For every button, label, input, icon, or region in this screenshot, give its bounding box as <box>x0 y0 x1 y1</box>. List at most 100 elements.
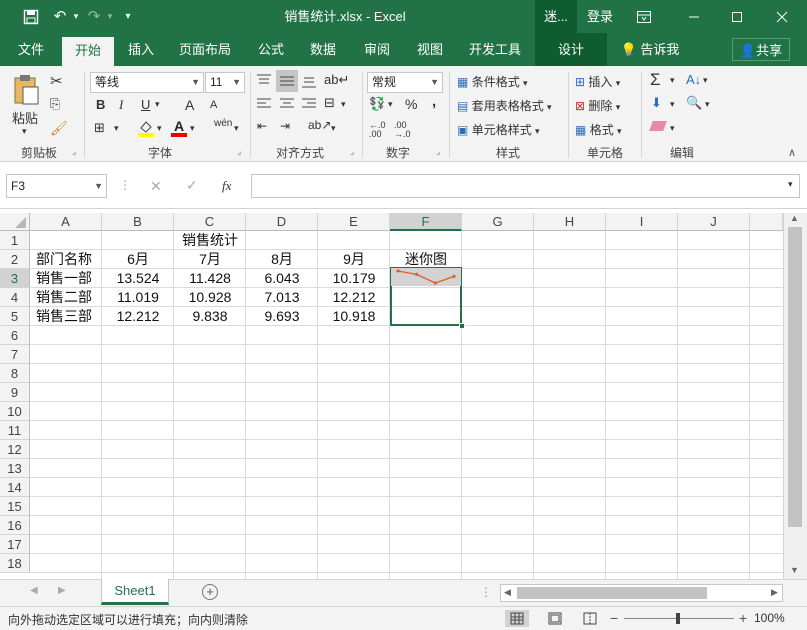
row-header-12[interactable]: 12 <box>0 440 30 459</box>
column-header-B[interactable]: B <box>102 213 174 231</box>
context-tab-sparkline[interactable]: 迷... <box>535 0 577 33</box>
merge-center-icon[interactable]: ⊟ <box>324 95 335 111</box>
cell-C3[interactable]: 11.428 <box>174 269 246 288</box>
wrap-text-icon[interactable]: ab↵ <box>324 72 349 88</box>
tab-review[interactable]: 审阅 <box>354 33 400 66</box>
cell-D2[interactable]: 8月 <box>246 250 318 269</box>
font-name-combo[interactable]: 等线 ▼ <box>90 72 204 93</box>
column-header-I[interactable]: I <box>606 213 678 231</box>
row-header-1[interactable]: 1 <box>0 231 30 250</box>
sheet-bar-splitter-icon[interactable]: ⋮ <box>480 585 492 599</box>
sort-filter-icon[interactable]: A↓ <box>686 72 701 87</box>
cell-B2[interactable]: 6月 <box>102 250 174 269</box>
fill-icon[interactable]: ⬇ <box>651 95 662 111</box>
column-header-F[interactable]: F <box>390 213 462 231</box>
percent-button[interactable]: % <box>405 96 417 112</box>
scroll-down-icon[interactable]: ▼ <box>790 565 799 575</box>
zoom-out-button[interactable]: − <box>610 610 618 626</box>
align-bottom-icon[interactable] <box>302 74 316 91</box>
active-cell-F3[interactable] <box>391 268 461 286</box>
phonetic-button[interactable]: wén <box>214 118 232 129</box>
cell-A3[interactable]: 销售一部 <box>36 269 92 288</box>
comma-button[interactable]: , <box>432 93 436 110</box>
border-icon[interactable]: ⊞ <box>94 120 105 136</box>
font-color-icon[interactable]: A <box>171 119 187 137</box>
cell-D4[interactable]: 7.013 <box>246 288 318 307</box>
cell-A4[interactable]: 销售二部 <box>36 288 92 307</box>
scroll-right-icon[interactable]: ▶ <box>771 587 778 598</box>
find-select-icon[interactable]: 🔍 <box>686 95 702 111</box>
row-header-3[interactable]: 3 <box>0 269 30 288</box>
font-size-combo[interactable]: 11 ▼ <box>205 72 245 93</box>
accounting-dropdown-icon[interactable]: ▾ <box>388 99 393 110</box>
paste-icon[interactable] <box>12 74 40 106</box>
italic-button[interactable]: I <box>119 97 123 113</box>
tab-file[interactable]: 文件 <box>8 33 54 66</box>
zoom-in-button[interactable]: + <box>739 610 747 626</box>
cell-E4[interactable]: 12.212 <box>318 288 390 307</box>
cell-C1[interactable]: 销售统计 <box>174 231 246 250</box>
increase-decimal-icon[interactable]: ←.0.00 <box>369 121 386 139</box>
page-break-view-icon[interactable] <box>580 610 600 627</box>
cell-E3[interactable]: 10.179 <box>318 269 390 288</box>
horizontal-scroll-thumb[interactable] <box>517 587 707 599</box>
font-launcher-icon[interactable]: ⌟ <box>237 146 241 157</box>
tab-developer[interactable]: 开发工具 <box>462 33 528 66</box>
expand-formula-bar-icon[interactable]: ▾ <box>788 179 793 190</box>
row-header-2[interactable]: 2 <box>0 250 30 269</box>
tell-me-search[interactable]: 💡 告诉我 <box>618 33 682 66</box>
tab-home[interactable]: 开始 <box>62 37 114 66</box>
border-dropdown-icon[interactable]: ▾ <box>114 123 119 134</box>
sort-filter-dropdown-icon[interactable]: ▾ <box>703 75 708 86</box>
zoom-slider-thumb[interactable] <box>676 613 680 624</box>
row-header-4[interactable]: 4 <box>0 288 30 307</box>
close-icon[interactable] <box>770 0 794 33</box>
column-header-E[interactable]: E <box>318 213 390 231</box>
align-middle-icon[interactable] <box>276 70 298 92</box>
cancel-icon[interactable]: ✕ <box>150 178 162 195</box>
merge-dropdown-icon[interactable]: ▾ <box>341 99 346 110</box>
align-left-icon[interactable] <box>257 98 271 113</box>
phonetic-dropdown-icon[interactable]: ▾ <box>234 123 239 134</box>
decrease-decimal-icon[interactable]: .00 →.0 <box>394 121 411 139</box>
fill-color-icon[interactable] <box>138 119 154 137</box>
cell-B4[interactable]: 11.019 <box>102 288 174 307</box>
row-header-17[interactable]: 17 <box>0 535 30 554</box>
cell-styles-button[interactable]: ▣ 单元格样式 ▾ <box>457 121 540 138</box>
row-header-8[interactable]: 8 <box>0 364 30 383</box>
customize-toolbar-icon[interactable]: ▾ <box>120 0 136 33</box>
format-painter-icon[interactable]: 🖌 <box>50 120 68 137</box>
number-launcher-icon[interactable]: ⌟ <box>436 146 440 157</box>
prev-sheet-icon[interactable]: ◀ <box>30 585 38 596</box>
clear-dropdown-icon[interactable]: ▾ <box>670 123 675 134</box>
row-header-13[interactable]: 13 <box>0 459 30 478</box>
find-select-dropdown-icon[interactable]: ▾ <box>705 99 710 110</box>
cell-A5[interactable]: 销售三部 <box>36 307 92 326</box>
select-all-corner[interactable] <box>0 213 30 231</box>
vertical-scroll-thumb[interactable] <box>788 227 802 527</box>
column-header-J[interactable]: J <box>678 213 750 231</box>
accounting-format-icon[interactable]: 💱 <box>369 96 385 112</box>
fill-handle[interactable] <box>459 323 465 329</box>
insert-function-button[interactable]: fx <box>222 178 231 194</box>
next-sheet-icon[interactable]: ▶ <box>58 585 66 596</box>
name-box[interactable]: F3 ▼ <box>6 174 107 198</box>
row-header-7[interactable]: 7 <box>0 345 30 364</box>
row-header-6[interactable]: 6 <box>0 326 30 345</box>
cell-A2[interactable]: 部门名称 <box>36 250 92 269</box>
bold-button[interactable]: B <box>96 97 105 112</box>
cell-B5[interactable]: 12.212 <box>102 307 174 326</box>
decrease-indent-icon[interactable]: ⇤ <box>257 119 267 133</box>
tab-formulas[interactable]: 公式 <box>248 33 294 66</box>
paste-dropdown-icon[interactable]: ▾ <box>22 126 27 137</box>
row-header-15[interactable]: 15 <box>0 497 30 516</box>
format-cells-button[interactable]: ▦ 格式 ▾ <box>575 121 622 138</box>
column-header-G[interactable]: G <box>462 213 534 231</box>
cell-C4[interactable]: 10.928 <box>174 288 246 307</box>
conditional-formatting-button[interactable]: ▦ 条件格式 ▾ <box>457 73 528 90</box>
zoom-level[interactable]: 100% <box>754 611 785 625</box>
fill-dropdown-icon[interactable]: ▾ <box>670 99 675 110</box>
shrink-font-button[interactable]: A <box>210 99 217 111</box>
row-header-16[interactable]: 16 <box>0 516 30 535</box>
login-link[interactable]: 登录 <box>584 0 616 33</box>
